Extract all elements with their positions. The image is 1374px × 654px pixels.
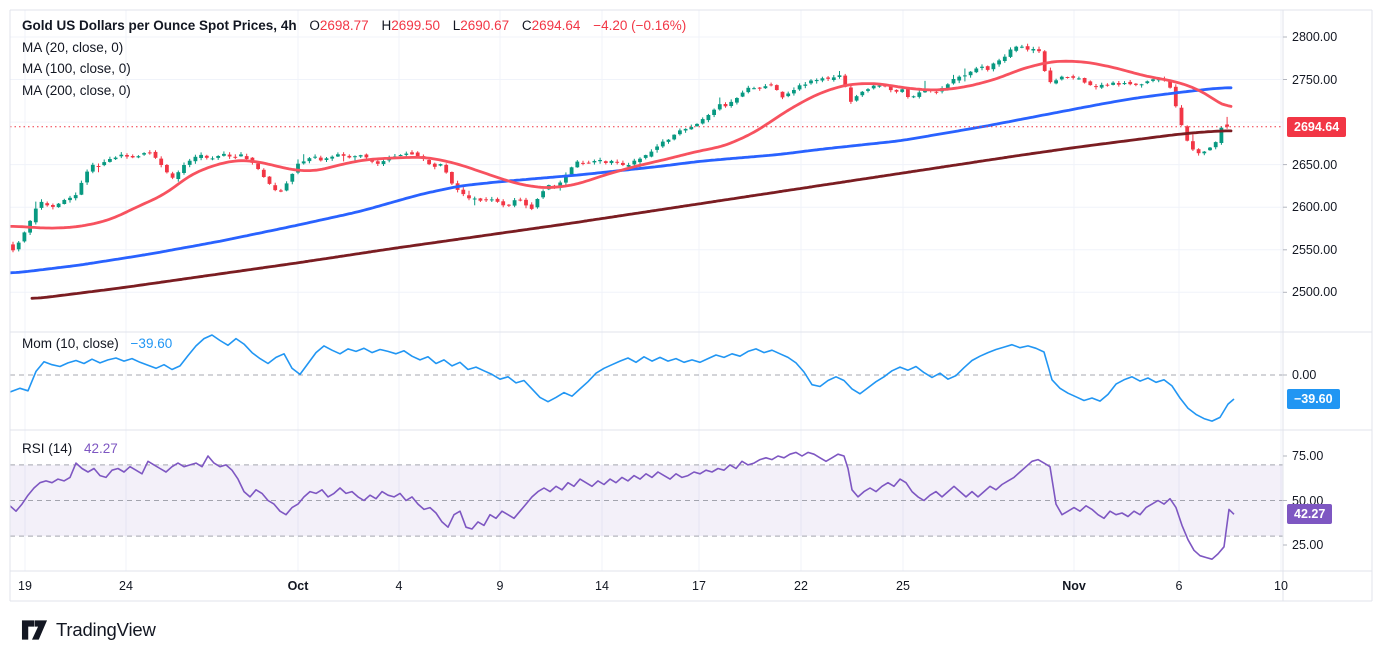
- symbol-title: Gold US Dollars per Ounce Spot Prices, 4…: [22, 18, 297, 33]
- time-axis-label: 14: [579, 579, 625, 593]
- time-axis-label: 4: [376, 579, 422, 593]
- time-axis-label: Oct: [275, 579, 321, 593]
- time-axis-label: 9: [477, 579, 523, 593]
- momentum-axis-label: 0.00: [1292, 367, 1316, 383]
- ohlc-high-value: 2699.50: [391, 18, 440, 33]
- attribution-text: TradingView: [56, 619, 156, 641]
- symbol-legend-row[interactable]: Gold US Dollars per Ounce Spot Prices, 4…: [22, 15, 686, 37]
- ma-line: [10, 88, 1231, 273]
- tradingview-chart: Gold US Dollars per Ounce Spot Prices, 4…: [0, 0, 1374, 654]
- ohlc-open-value: 2698.77: [320, 18, 369, 33]
- time-axis-label: 17: [676, 579, 722, 593]
- momentum-label: Mom (10, close): [22, 336, 119, 351]
- time-axis-label: 22: [778, 579, 824, 593]
- time-axis-label: 6: [1156, 579, 1202, 593]
- ohlc-close-label: C: [522, 18, 532, 33]
- change-value: −4.20 (−0.16%): [593, 18, 686, 33]
- momentum-value-badge: −39.60: [1287, 389, 1340, 409]
- last-price-badge: 2694.64: [1287, 117, 1346, 137]
- price-axis-label: 2750.00: [1292, 72, 1337, 88]
- momentum-value: −39.60: [131, 336, 173, 351]
- ma200-legend-row[interactable]: MA (200, close, 0): [22, 80, 686, 102]
- ma20-legend-row[interactable]: MA (20, close, 0): [22, 37, 686, 59]
- ohlc-close-value: 2694.64: [532, 18, 581, 33]
- tradingview-logo-icon: [21, 619, 48, 641]
- rsi-legend[interactable]: RSI (14) 42.27: [22, 441, 118, 456]
- time-axis-label: 10: [1258, 579, 1304, 593]
- price-axis-label: 2550.00: [1292, 242, 1337, 258]
- price-axis-label: 2600.00: [1292, 199, 1337, 215]
- price-axis-label: 2500.00: [1292, 284, 1337, 300]
- momentum-legend[interactable]: Mom (10, close) −39.60: [22, 336, 172, 351]
- rsi-axis-label: 25.00: [1292, 537, 1323, 553]
- ohlc-low-value: 2690.67: [460, 18, 509, 33]
- rsi-label: RSI (14): [22, 441, 72, 456]
- ma-line: [32, 131, 1231, 298]
- price-legend: Gold US Dollars per Ounce Spot Prices, 4…: [22, 15, 686, 101]
- tradingview-logo[interactable]: TradingView: [21, 619, 156, 641]
- price-axis-label: 2650.00: [1292, 157, 1337, 173]
- ohlc-high-label: H: [381, 18, 391, 33]
- time-axis-label: 24: [103, 579, 149, 593]
- rsi-axis-label: 75.00: [1292, 448, 1323, 464]
- price-axis-label: 2800.00: [1292, 29, 1337, 45]
- ohlc-open-label: O: [309, 18, 320, 33]
- ma100-legend-row[interactable]: MA (100, close, 0): [22, 58, 686, 80]
- rsi-value: 42.27: [84, 441, 118, 456]
- time-axis-label: Nov: [1051, 579, 1097, 593]
- rsi-value-badge: 42.27: [1287, 504, 1332, 524]
- time-axis-label: 25: [880, 579, 926, 593]
- momentum-line: [10, 335, 1234, 421]
- time-axis-label: 19: [2, 579, 48, 593]
